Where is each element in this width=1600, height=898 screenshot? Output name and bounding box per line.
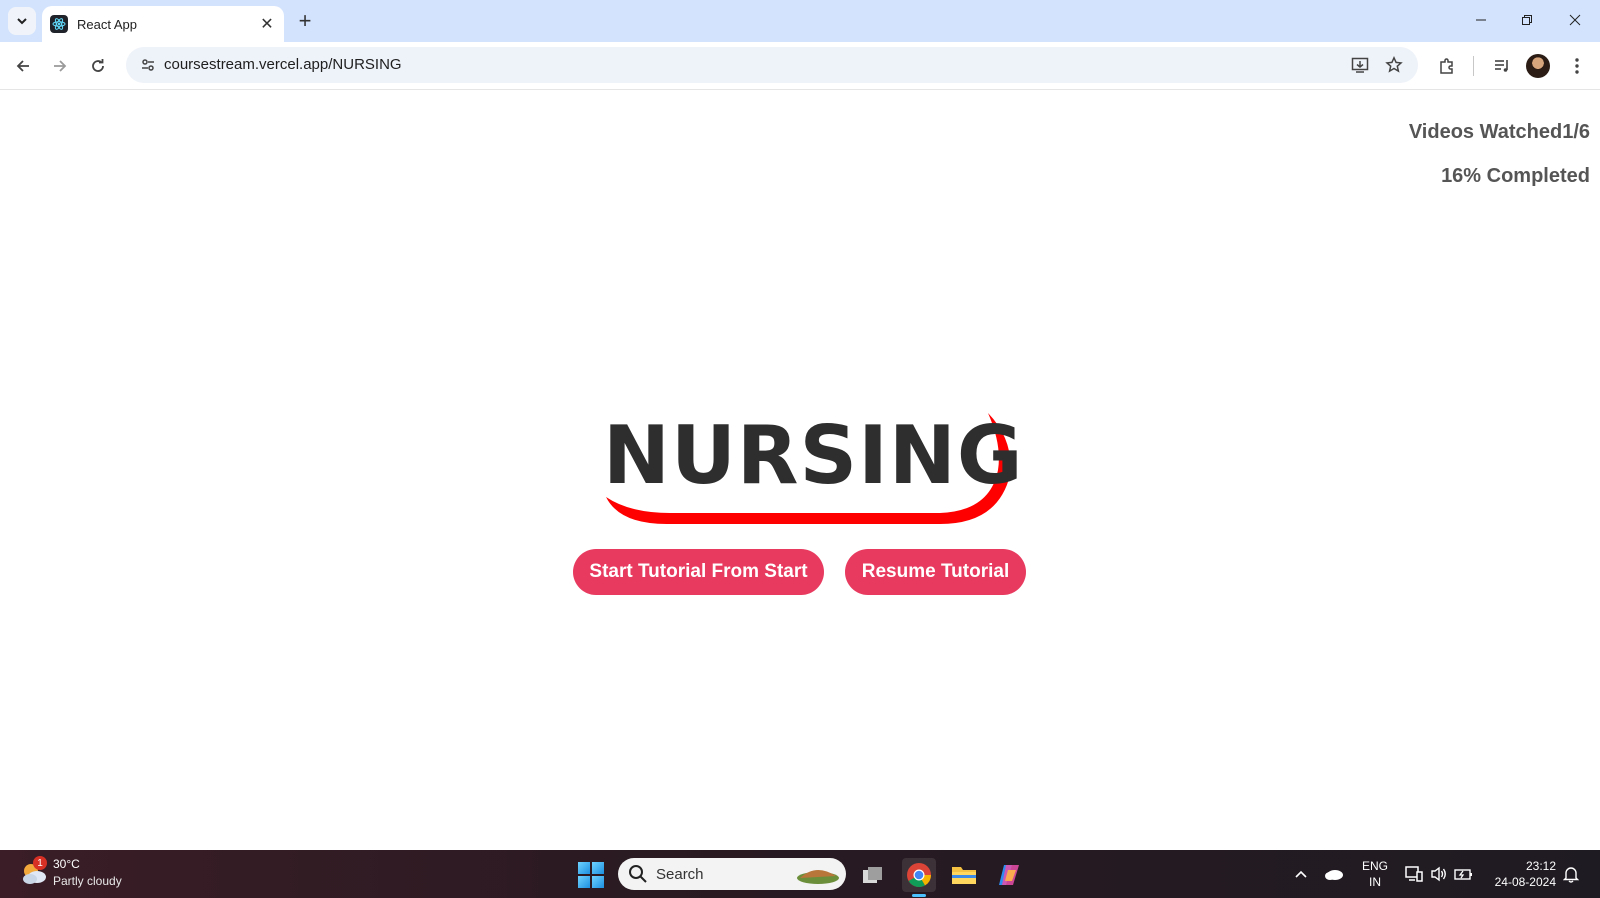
minimize-icon: [1476, 19, 1486, 21]
close-tab-icon[interactable]: ✕: [256, 13, 278, 35]
progress-stats: Videos Watched1/6 16% Completed: [1409, 117, 1590, 205]
chevron-down-icon: [17, 18, 27, 25]
copilot-button[interactable]: [992, 858, 1026, 892]
videos-watched-label: Videos Watched1/6: [1408, 121, 1590, 143]
weather-temperature[interactable]: 30°C: [53, 857, 80, 871]
tab-react-app[interactable]: React App ✕: [42, 6, 284, 42]
completion-label: 16% Completed: [1441, 165, 1590, 187]
resume-tutorial-button[interactable]: Resume Tutorial: [845, 549, 1026, 595]
browser-tab-bar: React App ✕ +: [0, 0, 1600, 42]
clock-date: 24-08-2024: [1494, 875, 1556, 889]
search-highlight-illustration: [797, 869, 839, 884]
network-icon[interactable]: [1403, 864, 1425, 884]
profile-avatar[interactable]: [1526, 54, 1550, 78]
task-view-icon: [863, 867, 882, 883]
show-hidden-icons-chevron[interactable]: [1290, 864, 1312, 884]
clock-time: 23:12: [1525, 859, 1556, 873]
media-control-icon[interactable]: [1487, 51, 1517, 81]
taskbar-search[interactable]: Search: [618, 858, 846, 890]
onedrive-cloud-icon[interactable]: [1323, 864, 1345, 884]
task-view-button[interactable]: [856, 858, 890, 892]
start-tutorial-button[interactable]: Start Tutorial From Start: [573, 549, 824, 595]
close-window-button[interactable]: [1552, 0, 1598, 40]
search-placeholder: Search: [656, 866, 704, 883]
weather-description[interactable]: Partly cloudy: [53, 874, 122, 888]
arrow-right-icon: [54, 60, 67, 72]
bookmark-star-icon[interactable]: [1380, 51, 1408, 79]
file-explorer-button[interactable]: [947, 858, 981, 892]
search-icon: [629, 865, 647, 883]
windows-start-button[interactable]: [578, 862, 604, 888]
notification-bell-icon[interactable]: [1560, 864, 1582, 884]
tab-title: React App: [77, 16, 137, 32]
back-button[interactable]: [8, 51, 38, 81]
minimize-button[interactable]: [1458, 0, 1504, 40]
site-settings-icon[interactable]: [134, 51, 162, 79]
reload-button[interactable]: [83, 51, 113, 81]
restore-button[interactable]: [1504, 0, 1550, 40]
language-code: ENG: [1362, 859, 1389, 873]
active-app-indicator: [912, 894, 926, 897]
course-title-block: NURSING: [600, 405, 1023, 535]
tab-search-button[interactable]: [8, 7, 36, 35]
chrome-icon: [907, 863, 931, 888]
volume-icon[interactable]: [1428, 864, 1450, 884]
system-clock[interactable]: 23:12 24-08-2024: [1482, 858, 1556, 890]
install-app-icon[interactable]: [1346, 51, 1374, 79]
chrome-taskbar-button[interactable]: [902, 858, 936, 892]
copilot-icon: [999, 865, 1019, 885]
region-code: IN: [1369, 875, 1381, 889]
windows-taskbar: 1 30°C Partly cloudy Search ENG IN 23:12…: [0, 850, 1600, 898]
battery-icon[interactable]: [1453, 864, 1475, 884]
weather-alert-badge: 1: [33, 856, 47, 870]
arrow-left-icon: [16, 60, 29, 72]
input-language[interactable]: ENG IN: [1362, 858, 1388, 890]
address-bar[interactable]: coursestream.vercel.app/NURSING: [126, 47, 1418, 83]
close-icon: [1569, 14, 1581, 26]
restore-icon: [1522, 15, 1532, 25]
folder-icon: [952, 867, 976, 884]
toolbar-divider: [1473, 56, 1474, 76]
url-text: coursestream.vercel.app/NURSING: [164, 56, 402, 73]
new-tab-button[interactable]: +: [292, 8, 318, 34]
reload-icon: [92, 59, 104, 72]
browser-toolbar: coursestream.vercel.app/NURSING: [0, 42, 1600, 90]
forward-button[interactable]: [45, 51, 75, 81]
chrome-menu-icon[interactable]: [1562, 51, 1592, 81]
react-logo-icon: [50, 15, 68, 33]
course-title: NURSING: [603, 409, 1024, 502]
extensions-puzzle-icon[interactable]: [1432, 51, 1462, 81]
